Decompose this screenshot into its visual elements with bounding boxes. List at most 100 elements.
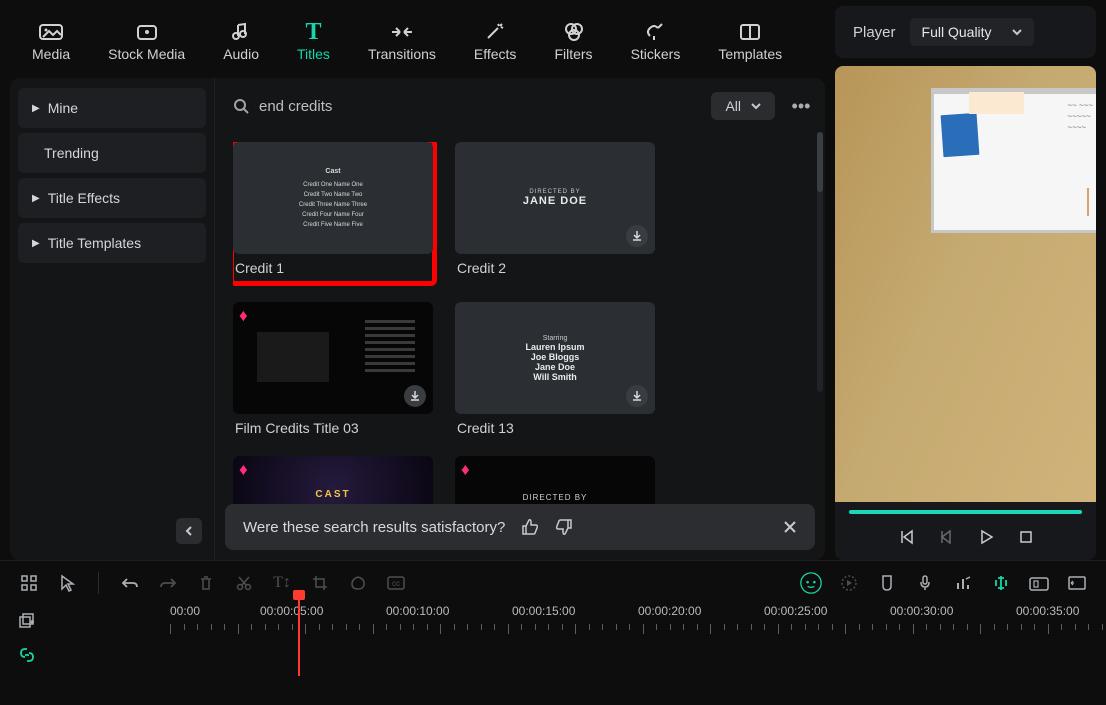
sidebar-item-title-templates[interactable]: ▶Title Templates <box>18 223 206 263</box>
audio-icon <box>228 22 254 42</box>
search-input[interactable]: end credits <box>233 98 699 115</box>
grid-icon[interactable] <box>18 572 40 594</box>
download-button[interactable] <box>626 225 648 247</box>
tab-label: Audio <box>223 46 259 62</box>
voiceover-button[interactable] <box>914 572 936 594</box>
sidebar-item-mine[interactable]: ▶Mine <box>18 88 206 128</box>
filter-label: All <box>725 98 741 114</box>
thumbs-down-button[interactable] <box>555 518 573 536</box>
stop-button[interactable] <box>1016 527 1036 547</box>
quality-dropdown[interactable]: Full Quality <box>910 18 1034 46</box>
thumbs-up-button[interactable] <box>521 518 539 536</box>
title-card-credit-13[interactable]: Starring Lauren Ipsum Joe Bloggs Jane Do… <box>455 302 655 436</box>
thumb-line: Credit Two Name Two <box>299 190 367 200</box>
time-label: 00:00:25:00 <box>764 604 827 618</box>
tab-label: Titles <box>297 46 330 62</box>
redo-button[interactable] <box>157 572 179 594</box>
thumb-line: Lauren Ipsum <box>525 342 584 352</box>
preview-video[interactable]: ~~ ~~~~~~~~~~~~ <box>835 66 1096 502</box>
expand-button[interactable] <box>1066 572 1088 594</box>
timeline: 00:00 00:00:05:00 00:00:10:00 00:00:15:0… <box>0 604 1106 705</box>
premium-icon: ♦ <box>239 460 248 480</box>
title-card-film-credits-03[interactable]: ♦ Film Credits Title 03 <box>233 302 433 436</box>
cursor-icon[interactable] <box>56 572 78 594</box>
tab-label: Templates <box>718 46 782 62</box>
thumb-line: Credit Three Name Three <box>299 200 367 210</box>
snapshot-button[interactable] <box>1028 572 1050 594</box>
add-track-button[interactable] <box>16 610 38 632</box>
time-ruler[interactable]: 00:00 00:00:05:00 00:00:10:00 00:00:15:0… <box>170 604 1106 636</box>
time-label: 00:00:05:00 <box>260 604 323 618</box>
card-label: Credit 1 <box>233 260 433 276</box>
tab-media[interactable]: Media <box>24 18 78 66</box>
more-options-button[interactable]: ••• <box>787 96 815 117</box>
tab-templates[interactable]: Templates <box>710 18 790 66</box>
undo-button[interactable] <box>119 572 141 594</box>
step-back-button[interactable] <box>936 527 956 547</box>
play-button[interactable] <box>976 527 996 547</box>
tab-titles[interactable]: TTitles <box>289 18 338 66</box>
download-button[interactable] <box>626 385 648 407</box>
audio-mixer-button[interactable] <box>952 572 974 594</box>
close-feedback-button[interactable] <box>783 520 797 534</box>
chevron-down-icon <box>751 102 761 110</box>
marker-button[interactable] <box>876 572 898 594</box>
asset-tabs: Media Stock Media Audio TTitles Transiti… <box>10 6 825 78</box>
premium-icon: ♦ <box>239 306 248 326</box>
collapse-sidebar-button[interactable] <box>176 518 202 544</box>
ai-assistant-button[interactable] <box>800 572 822 594</box>
prev-frame-button[interactable] <box>896 527 916 547</box>
sidebar-label: Title Effects <box>48 190 120 206</box>
effects-icon <box>482 22 508 42</box>
delete-button[interactable] <box>195 572 217 594</box>
tab-stickers[interactable]: Stickers <box>623 18 689 66</box>
card-label: Credit 2 <box>455 260 655 276</box>
search-value: end credits <box>259 98 332 115</box>
caption-button[interactable]: cc <box>385 572 407 594</box>
time-label: 00:00:10:00 <box>386 604 449 618</box>
time-label: 00:00:20:00 <box>638 604 701 618</box>
tab-stock-media[interactable]: Stock Media <box>100 18 193 66</box>
tab-audio[interactable]: Audio <box>215 18 267 66</box>
sidebar-item-trending[interactable]: Trending <box>18 133 206 173</box>
sidebar-item-title-effects[interactable]: ▶Title Effects <box>18 178 206 218</box>
thumb-line: Credit Four Name Four <box>299 210 367 220</box>
timeline-toolbar: T↕ cc <box>0 560 1106 604</box>
link-button[interactable] <box>16 644 38 666</box>
effects-toggle-button[interactable] <box>990 572 1012 594</box>
tab-effects[interactable]: Effects <box>466 18 525 66</box>
sidebar-label: Mine <box>48 100 78 116</box>
color-button[interactable] <box>347 572 369 594</box>
thumb-line: Jane Doe <box>525 362 584 372</box>
preview-panel: ~~ ~~~~~~~~~~~~ <box>835 66 1096 560</box>
thumb-line: Credit One Name One <box>299 180 367 190</box>
media-icon <box>38 22 64 42</box>
render-button[interactable] <box>838 572 860 594</box>
tab-label: Filters <box>554 46 592 62</box>
search-icon <box>233 98 249 114</box>
chevron-right-icon: ▶ <box>32 238 40 249</box>
tab-label: Transitions <box>368 46 436 62</box>
thumb-heading: CAST <box>315 489 350 500</box>
crop-button[interactable] <box>309 572 331 594</box>
progress-bar[interactable] <box>849 510 1082 514</box>
download-button[interactable] <box>404 385 426 407</box>
tab-filters[interactable]: Filters <box>546 18 600 66</box>
tab-transitions[interactable]: Transitions <box>360 18 444 66</box>
sidebar-label: Trending <box>44 145 99 161</box>
title-card-credit-2[interactable]: DIRECTED BY JANE DOE Credit 2 <box>455 142 655 282</box>
titles-grid: Cast Credit One Name One Credit Two Name… <box>233 142 815 512</box>
cut-button[interactable] <box>233 572 255 594</box>
player-label: Player <box>853 24 896 41</box>
filter-dropdown[interactable]: All <box>711 92 775 120</box>
titles-sidebar: ▶Mine Trending ▶Title Effects ▶Title Tem… <box>10 78 215 560</box>
playhead[interactable] <box>298 596 300 676</box>
filters-icon <box>561 22 587 42</box>
premium-icon: ♦ <box>461 460 470 480</box>
scrollbar[interactable] <box>817 132 823 392</box>
thumb-subtitle: Starring <box>525 335 584 342</box>
tab-label: Stock Media <box>108 46 185 62</box>
quality-label: Full Quality <box>922 24 992 40</box>
title-card-credit-1[interactable]: Cast Credit One Name One Credit Two Name… <box>233 142 433 282</box>
text-button[interactable]: T↕ <box>271 572 293 594</box>
